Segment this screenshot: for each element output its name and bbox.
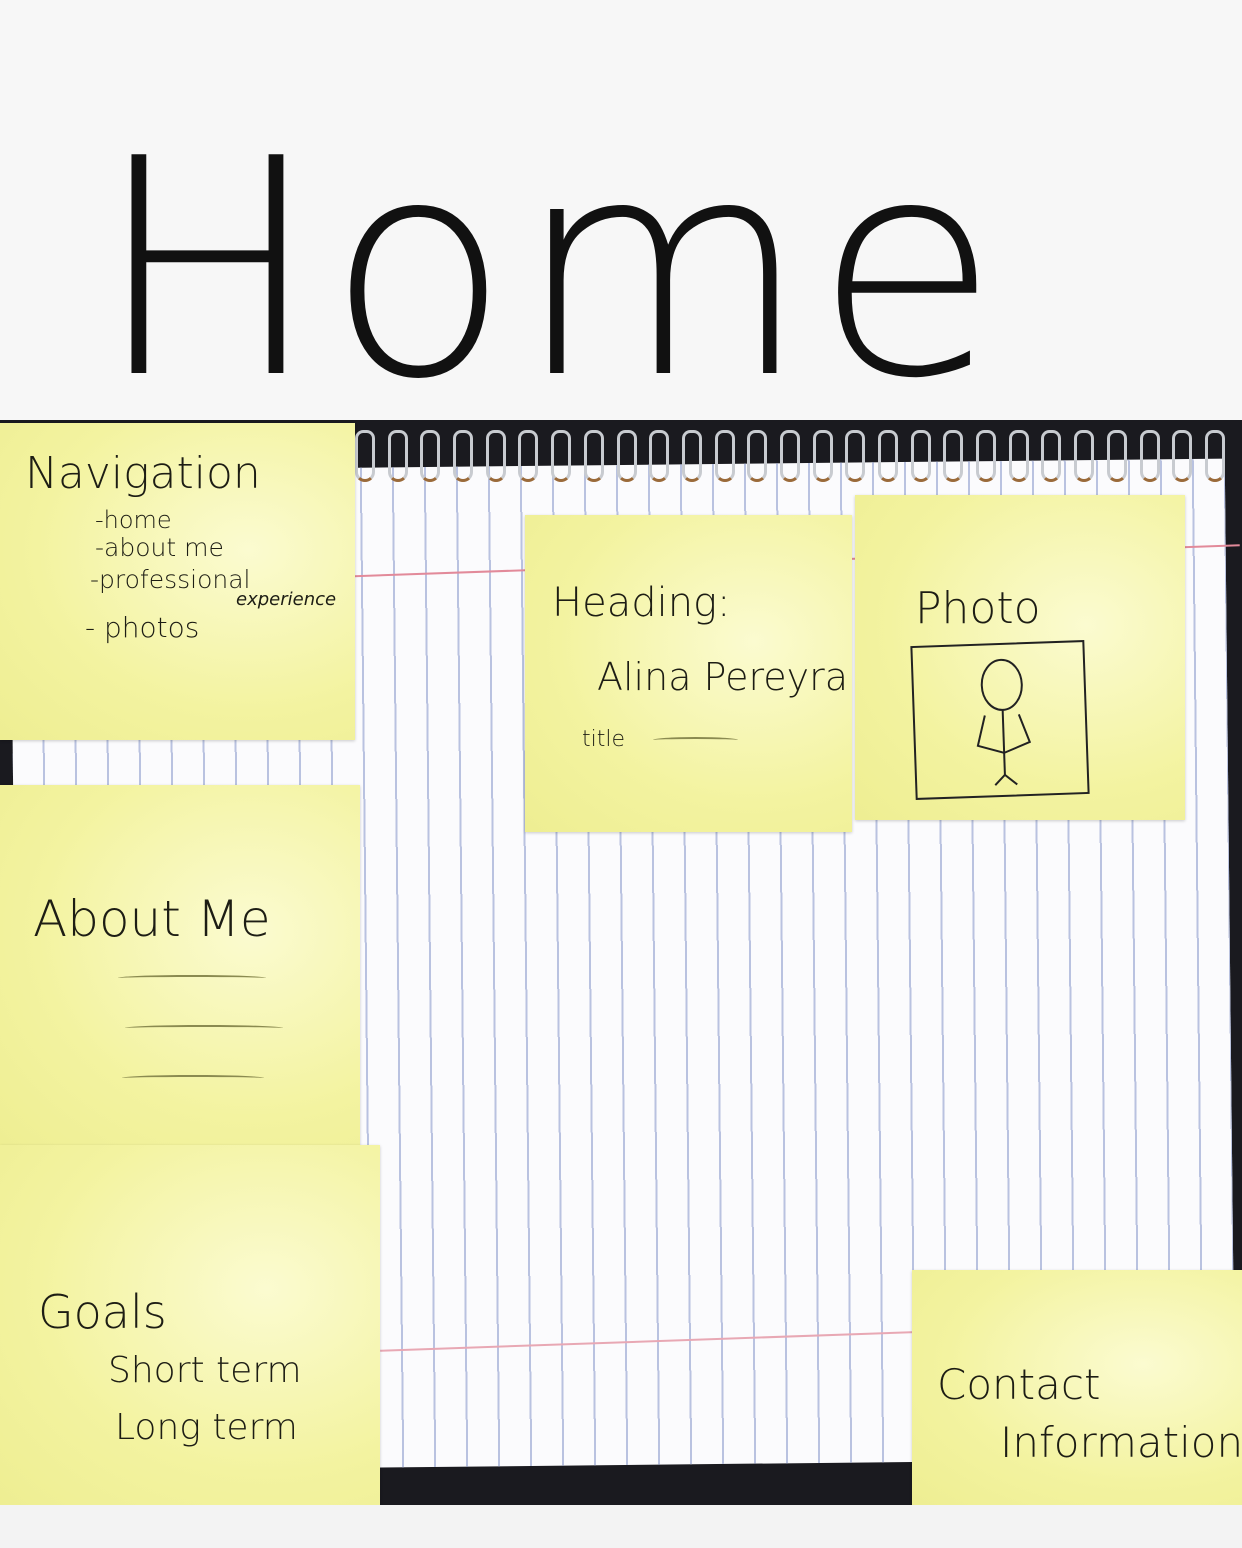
spiral-ring	[485, 430, 506, 482]
goals-note: Goals Short term Long term	[0, 1145, 380, 1505]
nav-item: -about me	[95, 533, 224, 562]
nav-item: experience	[236, 589, 337, 610]
spiral-ring	[1074, 430, 1095, 482]
spiral-ring	[649, 430, 670, 482]
wireframe-photo: Navigation -home -about me -professional…	[0, 420, 1242, 1505]
spiral-ring	[779, 430, 800, 482]
about-me-note: About Me	[0, 785, 360, 1150]
navigation-note: Navigation -home -about me -professional…	[0, 423, 355, 740]
heading-title: Heading:	[552, 580, 731, 626]
nav-item: - photos	[85, 611, 200, 644]
spiral-ring	[845, 430, 866, 482]
photo-placeholder-icon	[910, 640, 1090, 800]
spiral-ring	[714, 430, 735, 482]
about-title: About Me	[33, 890, 271, 948]
page-title: Home	[95, 95, 1005, 444]
spiral-ring	[878, 430, 898, 482]
spiral-ring	[1139, 430, 1160, 482]
spiral-ring	[1041, 430, 1062, 482]
spiral-ring	[943, 430, 964, 482]
nav-item: -home	[95, 506, 172, 534]
spiral-ring	[1204, 430, 1225, 482]
contact-subtitle: Information	[1000, 1418, 1242, 1467]
spiral-ring	[387, 430, 408, 482]
heading-name: Alina Pereyra	[597, 655, 849, 699]
spiral-ring	[1106, 430, 1127, 482]
photo-title: Photo	[915, 583, 1041, 634]
spiral-ring	[681, 430, 702, 482]
spiral-ring	[1172, 430, 1193, 482]
contact-title: Contact	[937, 1360, 1101, 1409]
spiral-ring	[910, 430, 931, 482]
spiral-ring	[583, 430, 604, 482]
heading-note: Heading: Alina Pereyra title	[525, 515, 852, 832]
spiral-ring	[551, 430, 572, 482]
goals-title: Goals	[38, 1285, 167, 1339]
spiral-ring	[1008, 430, 1029, 482]
spiral-ring	[453, 430, 474, 482]
photo-note: Photo	[855, 495, 1185, 820]
spiral-ring	[518, 430, 539, 482]
bottom-margin	[0, 1505, 1242, 1548]
nav-item: -professional	[90, 565, 251, 594]
heading-subtitle: title	[582, 727, 626, 752]
navigation-title: Navigation	[25, 448, 261, 499]
goal-item: Short term	[108, 1350, 302, 1391]
goal-item: Long term	[115, 1407, 298, 1448]
spiral-ring	[420, 430, 441, 482]
spiral-ring	[616, 430, 637, 482]
spiral-ring	[976, 430, 997, 482]
contact-note: Contact Information	[912, 1270, 1242, 1505]
spiral-ring	[355, 430, 375, 482]
notebook-spiral	[355, 430, 1225, 490]
spiral-ring	[747, 430, 768, 482]
spiral-ring	[812, 430, 833, 482]
